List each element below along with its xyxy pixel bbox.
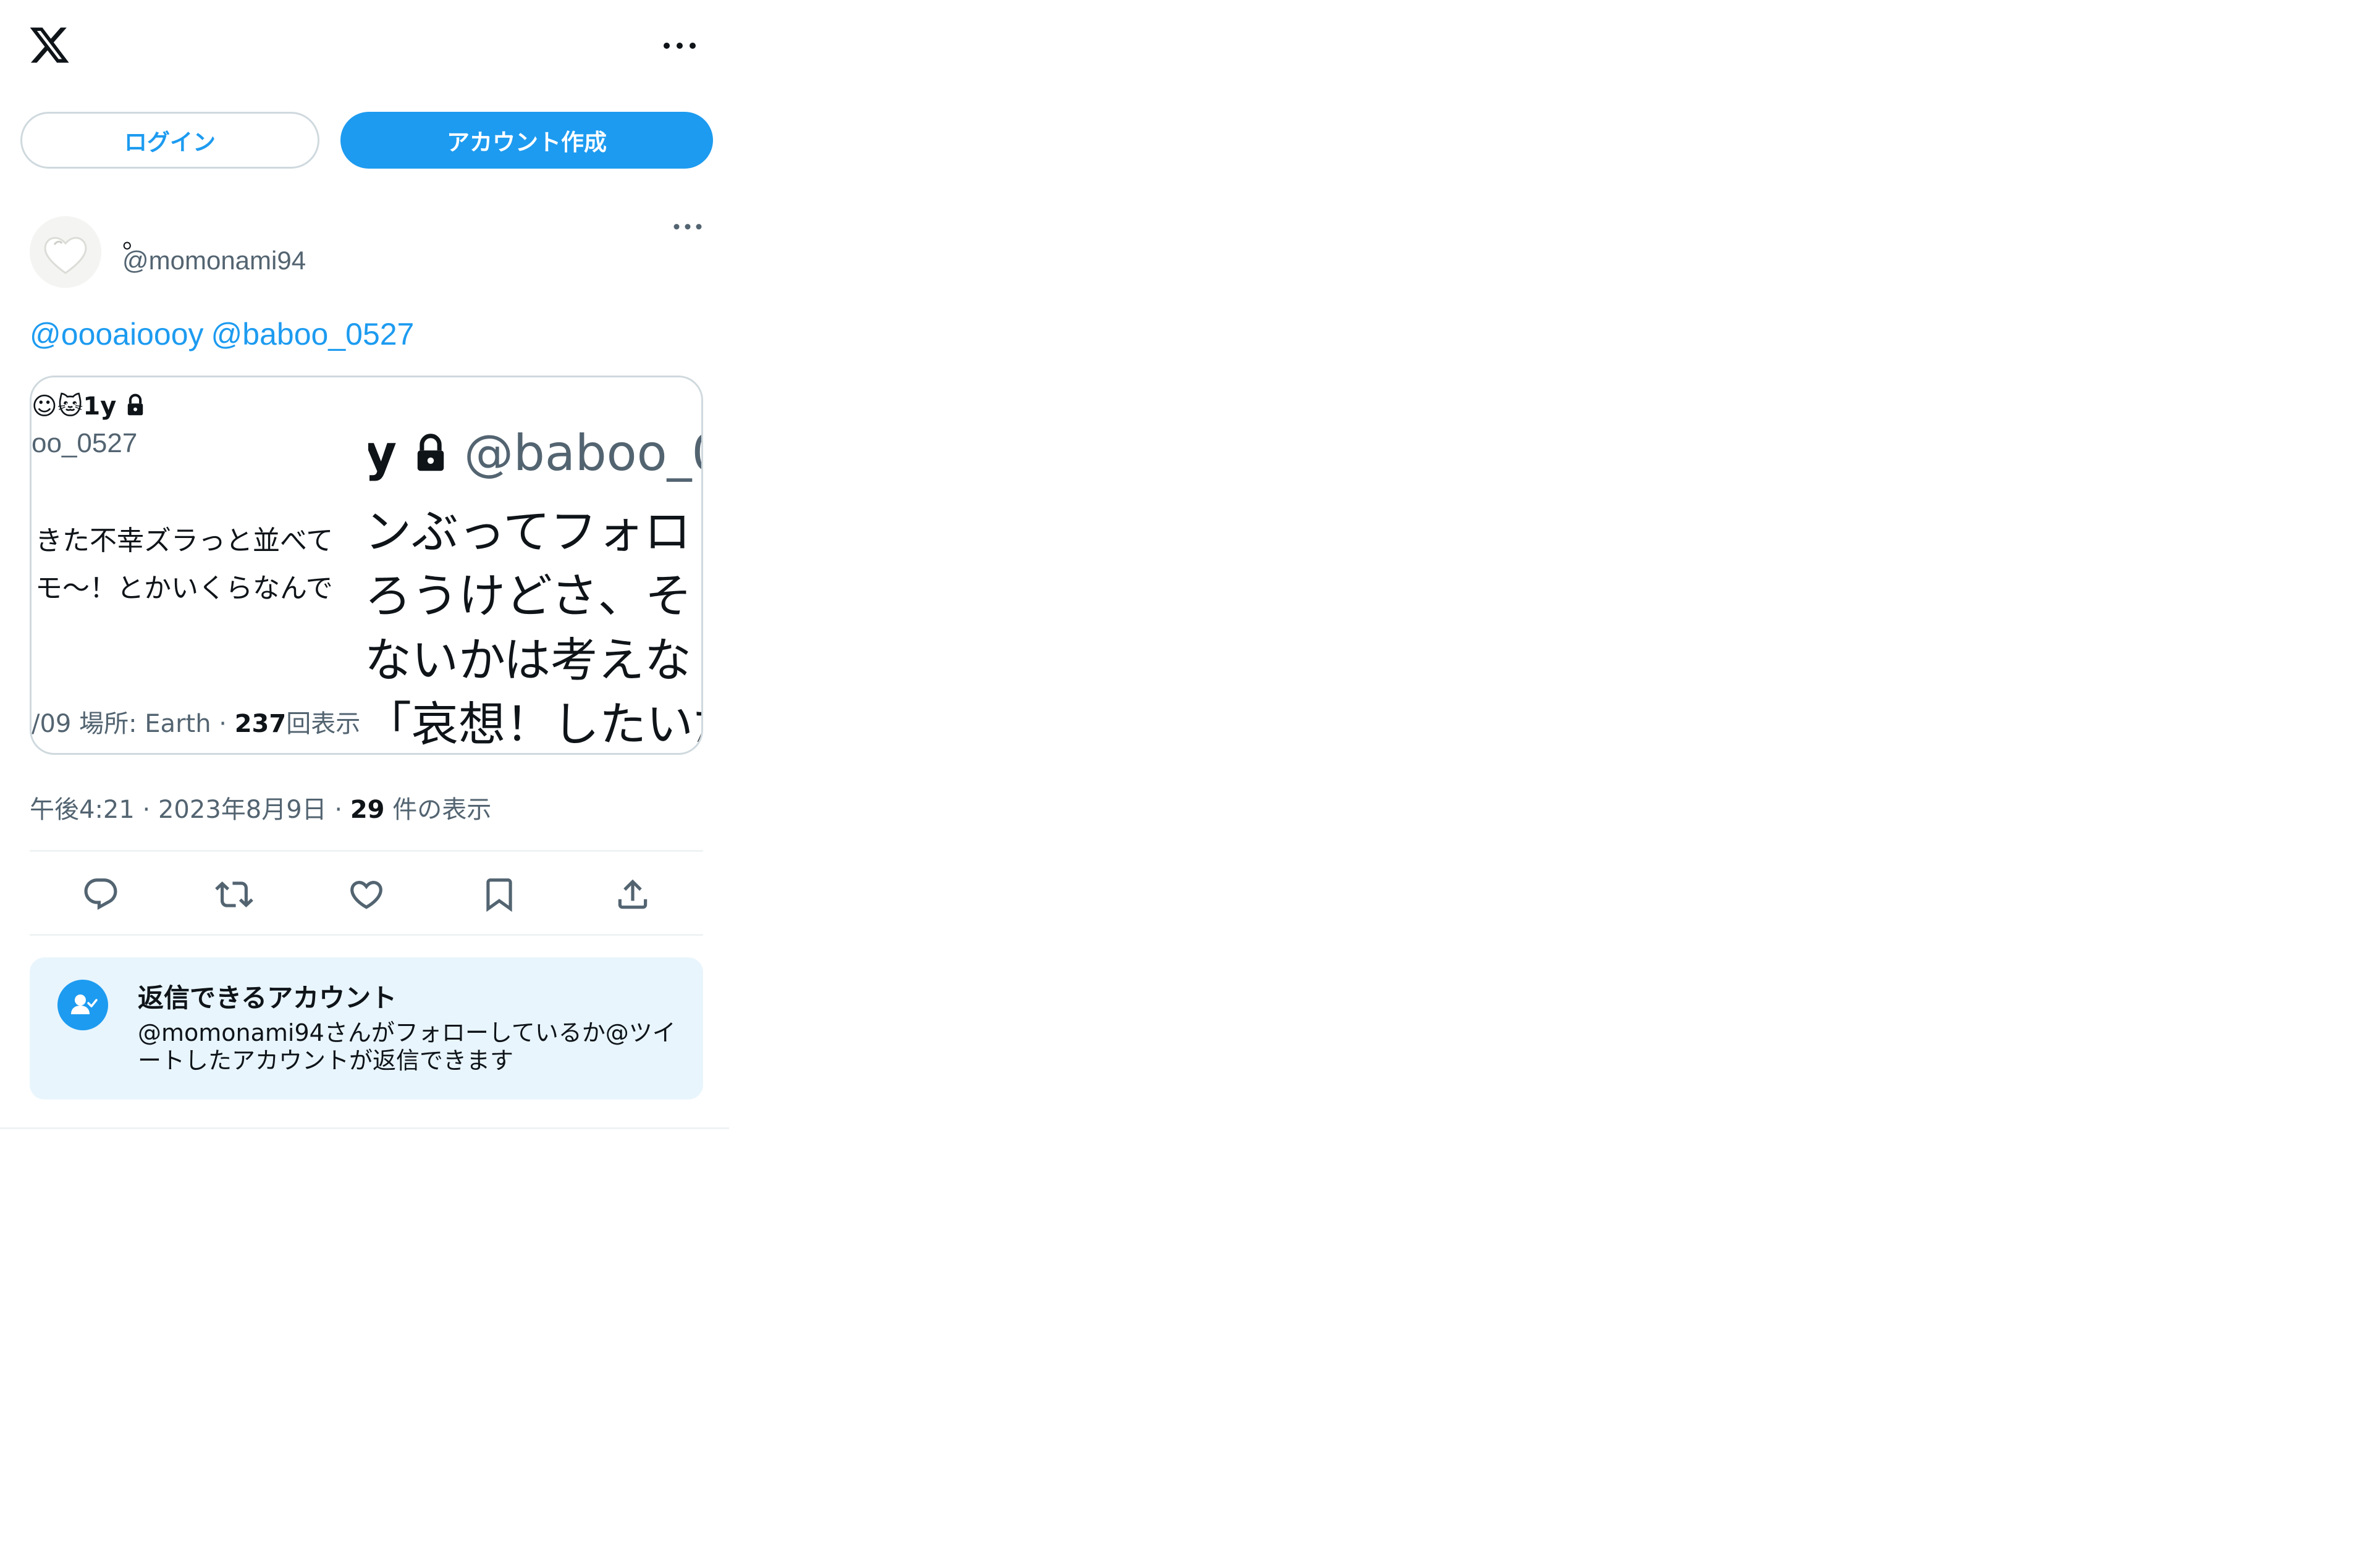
like-icon[interactable] (342, 870, 391, 919)
image-zoom-line: ンぶってフォロ (368, 504, 691, 559)
image-handle-line: oo_0527 (32, 428, 138, 458)
divider (30, 850, 703, 852)
share-icon[interactable] (608, 870, 657, 919)
post-image[interactable]: ☺🐱1y oo_0527 きた不幸ズラっと並べて モ～！とかいくらなんで /09… (30, 376, 703, 755)
post-date[interactable]: 2023年8月9日 (158, 796, 327, 824)
mention-link[interactable]: @oooaioooy (30, 317, 204, 351)
lock-icon (413, 428, 449, 486)
image-zoom-line: ないかは考えな (368, 633, 691, 687)
retweet-icon[interactable] (209, 870, 259, 919)
tweet-column: ログイン アカウント作成 。 @momonami94 @oooaioooy @ba… (0, 0, 729, 1129)
mention-link[interactable]: @baboo_0527 (211, 317, 415, 351)
lock-icon (125, 393, 146, 423)
image-footer-line: /09 場所: Earth · 237回表示 (32, 710, 361, 738)
post-meta: 午後4:21 · 2023年8月9日 · 29 件の表示 (30, 796, 492, 824)
x-logo-icon[interactable] (28, 23, 71, 67)
login-button[interactable]: ログイン (20, 112, 319, 169)
reply-notice-title: 返信できるアカウント (138, 983, 397, 1013)
image-text-line: モ～！とかいくらなんで (35, 573, 333, 604)
reply-notice-description: @momonami94さんがフォローしているか@ツイートしたアカウントが返信でき… (138, 1019, 676, 1074)
author-handle[interactable]: @momonami94 (122, 246, 306, 275)
reply-icon[interactable] (76, 870, 125, 919)
image-text-line: きた不幸ズラっと並べて (35, 525, 334, 557)
bookmark-icon[interactable] (475, 870, 524, 919)
divider (30, 934, 703, 936)
views-label: 件の表示 (392, 796, 492, 824)
image-zoom-line: 「哀想！したいだ (368, 697, 701, 752)
more-horizontal-icon[interactable] (658, 32, 701, 59)
image-name-line: ☺🐱1y (32, 392, 146, 423)
post-more-icon[interactable] (670, 217, 705, 236)
avatar[interactable] (30, 216, 101, 288)
image-zoomed-section: y @baboo_0 ンぶってフォロ ろうけどさ、そ ないかは考えな 「哀想！し… (368, 377, 701, 753)
reply-restriction-notice: 返信できるアカウント @momonami94さんがフォローしているか@ツイートし… (30, 957, 703, 1099)
image-zoom-header: y @baboo_0 (368, 424, 701, 486)
image-zoom-line: ろうけどさ、そ (368, 568, 692, 623)
post-time[interactable]: 午後4:21 (30, 796, 135, 824)
signup-button[interactable]: アカウント作成 (340, 112, 713, 169)
mentions: @oooaioooy @baboo_0527 (30, 316, 421, 352)
views-count: 29 (350, 796, 385, 824)
user-check-icon (57, 980, 108, 1030)
